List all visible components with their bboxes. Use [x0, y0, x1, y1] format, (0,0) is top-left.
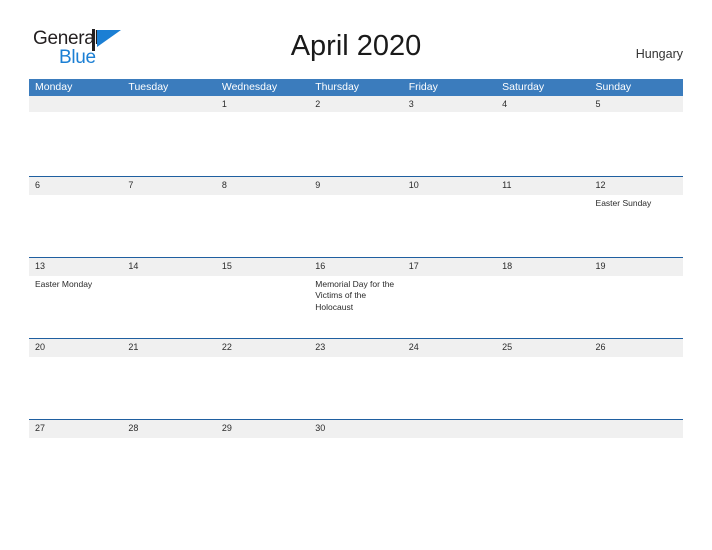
- day-number-bar: 12345: [29, 96, 683, 112]
- day-cell-empty: [403, 112, 496, 176]
- day-event-row: [29, 112, 683, 176]
- day-event-row: Easter Monday Memorial Day for the Victim…: [29, 275, 683, 339]
- day-number: [496, 420, 589, 438]
- day-number[interactable]: 21: [122, 339, 215, 357]
- day-cell-empty: [122, 112, 215, 176]
- day-number[interactable]: 29: [216, 420, 309, 438]
- day-cell-empty: [309, 438, 402, 501]
- weekday-header-row: Monday Tuesday Wednesday Thursday Friday Satu…: [29, 79, 683, 96]
- calendar-week-row: 12345: [29, 96, 683, 176]
- weekday-header-saturday: Saturday: [502, 81, 545, 93]
- day-event-label[interactable]: Easter Sunday: [590, 195, 683, 258]
- day-cell-empty: [216, 438, 309, 501]
- day-number[interactable]: 12: [590, 177, 683, 195]
- day-cell-empty: [29, 195, 122, 258]
- day-number[interactable]: 7: [122, 177, 215, 195]
- day-number[interactable]: 19: [590, 258, 683, 276]
- day-cell-empty: [309, 195, 402, 258]
- calendar-week-row: 6 7 8 9 10 11 12 Easter Sunday: [29, 176, 683, 257]
- day-number-bar: 6 7 8 9 10 11 12: [29, 176, 683, 195]
- calendar-grid: Monday Tuesday Wednesday Thursday Friday Satu…: [29, 79, 683, 500]
- day-cell-empty: [216, 357, 309, 420]
- day-number[interactable]: 5: [590, 96, 683, 112]
- day-number[interactable]: 24: [403, 339, 496, 357]
- day-event-row: [29, 356, 683, 420]
- day-event-row: [29, 437, 683, 501]
- day-cell-empty: [216, 195, 309, 258]
- country-label: Hungary: [635, 47, 683, 61]
- day-event-label[interactable]: Easter Monday: [29, 276, 122, 339]
- day-cell-empty: [403, 357, 496, 420]
- day-cell-empty: [590, 357, 683, 420]
- day-cell-empty: [29, 357, 122, 420]
- day-number[interactable]: 15: [216, 258, 309, 276]
- calendar-week-row: 20 21 22 23 24 25 26: [29, 338, 683, 419]
- weekday-header-tuesday: Tuesday: [128, 81, 169, 93]
- weekday-header-friday: Friday: [408, 81, 438, 93]
- day-number: [590, 420, 683, 438]
- day-cell-empty: [590, 438, 683, 501]
- day-number: [122, 96, 215, 112]
- day-cell-empty: [122, 276, 215, 339]
- day-number[interactable]: 10: [403, 177, 496, 195]
- weekday-header-thursday: Thursday: [315, 81, 360, 93]
- weekday-header-monday: Monday: [35, 81, 73, 93]
- day-number[interactable]: 25: [496, 339, 589, 357]
- day-cell-empty: [496, 112, 589, 176]
- day-number[interactable]: 16: [309, 258, 402, 276]
- day-cell-empty: [403, 195, 496, 258]
- day-number[interactable]: 18: [496, 258, 589, 276]
- day-cell-empty: [216, 276, 309, 339]
- day-cell-empty: [122, 438, 215, 501]
- day-number[interactable]: 14: [122, 258, 215, 276]
- day-number[interactable]: 28: [122, 420, 215, 438]
- day-number-bar: 13 14 15 16 17 18 19: [29, 257, 683, 276]
- day-cell-empty: [403, 276, 496, 339]
- day-cell-empty: [309, 357, 402, 420]
- day-cell-empty: [29, 438, 122, 501]
- day-cell-empty: [309, 112, 402, 176]
- page-header: General Blue April 2020 Hungary: [0, 0, 712, 78]
- day-cell-empty: [590, 276, 683, 339]
- day-number[interactable]: 11: [496, 177, 589, 195]
- day-number[interactable]: 22: [216, 339, 309, 357]
- day-number-bar: 27 28 29 30: [29, 419, 683, 438]
- day-number[interactable]: 17: [403, 258, 496, 276]
- calendar-week-row: 27 28 29 30: [29, 419, 683, 500]
- day-number[interactable]: 9: [309, 177, 402, 195]
- day-event-label[interactable]: Memorial Day for the Victims of the Holo…: [309, 276, 402, 339]
- day-number[interactable]: 6: [29, 177, 122, 195]
- weekday-header-sunday: Sunday: [595, 81, 632, 93]
- day-number[interactable]: 2: [309, 96, 402, 112]
- day-number[interactable]: 23: [309, 339, 402, 357]
- day-cell-empty: [496, 195, 589, 258]
- day-cell-empty: [590, 112, 683, 176]
- day-event-row: Easter Sunday: [29, 194, 683, 258]
- day-number[interactable]: 27: [29, 420, 122, 438]
- day-number: [29, 96, 122, 112]
- page-title: April 2020: [290, 30, 422, 62]
- day-number[interactable]: 1: [216, 96, 309, 112]
- calendar-week-row: 13 14 15 16 17 18 19 Easter Monday Memorial Day …: [29, 257, 683, 338]
- day-cell-empty: [216, 112, 309, 176]
- day-number[interactable]: 13: [29, 258, 122, 276]
- day-number: [403, 420, 496, 438]
- day-number[interactable]: 20: [29, 339, 122, 357]
- day-cell-empty: [29, 112, 122, 176]
- calendar-page: General Blue April 2020 Hungary Monday Tu…: [0, 0, 712, 550]
- day-number[interactable]: 30: [309, 420, 402, 438]
- day-number[interactable]: 4: [496, 96, 589, 112]
- day-cell-empty: [403, 438, 496, 501]
- weekday-header-wednesday: Wednesday: [221, 81, 278, 93]
- day-number-bar: 20 21 22 23 24 25 26: [29, 338, 683, 357]
- day-cell-empty: [122, 357, 215, 420]
- day-number[interactable]: 3: [403, 96, 496, 112]
- day-cell-empty: [122, 195, 215, 258]
- day-cell-empty: [496, 438, 589, 501]
- day-cell-empty: [496, 357, 589, 420]
- day-number[interactable]: 8: [216, 177, 309, 195]
- calendar-weeks: 1 2 3 4 5 6 7 8 9 10 11 12 Easter Sunday 13 14 15 16 17 18…: [29, 96, 683, 500]
- day-cell-empty: [496, 276, 589, 339]
- day-number[interactable]: 26: [590, 339, 683, 357]
